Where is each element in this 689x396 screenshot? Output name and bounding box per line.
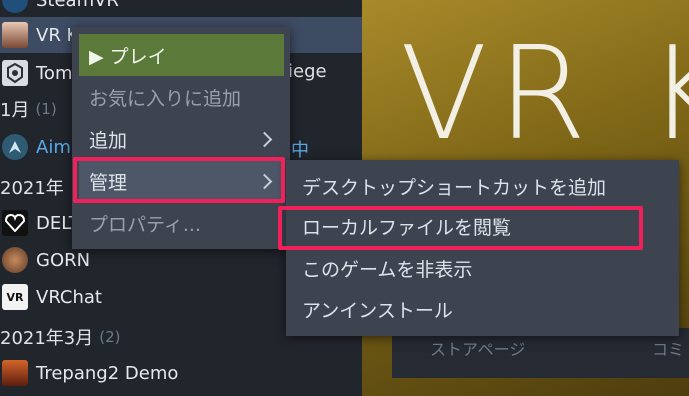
trepang2-icon xyxy=(2,360,28,386)
menu-item-add-favorite[interactable]: お気に入りに追加 xyxy=(79,76,284,118)
menu-item-manage[interactable]: 管理 xyxy=(79,160,284,202)
deltarune-icon xyxy=(2,210,28,236)
gorn-icon xyxy=(2,247,28,273)
vr-kanojo-icon xyxy=(2,22,28,48)
section-header[interactable]: 2021年 xyxy=(0,172,64,202)
section-header[interactable]: 1月 (1) xyxy=(0,94,57,124)
game-title: Trepang2 Demo xyxy=(36,362,179,384)
community-link[interactable]: コミ xyxy=(652,336,684,360)
menu-item-hide-game[interactable]: このゲームを非表示 xyxy=(286,247,679,289)
game-title: SteamVR xyxy=(36,0,119,11)
menu-item-browse-local-files[interactable]: ローカルファイルを閲覧 xyxy=(286,205,679,247)
section-header[interactable]: 2021年3月 (2) xyxy=(0,322,121,352)
aim-icon xyxy=(2,134,28,160)
game-row-steamvr[interactable]: SteamVR xyxy=(0,0,362,18)
game-title: Aim xyxy=(36,136,71,158)
menu-item-uninstall[interactable]: アンインストール xyxy=(286,288,679,330)
game-title: Tom xyxy=(36,62,73,84)
game-status-tail: 中 xyxy=(291,140,309,161)
rainbow-six-siege-icon xyxy=(2,60,28,86)
game-title: VRChat xyxy=(36,286,102,308)
store-page-link[interactable]: ストアページ xyxy=(430,336,525,360)
steamvr-icon xyxy=(2,0,28,13)
chevron-right-icon xyxy=(256,173,273,189)
chevron-right-icon xyxy=(256,131,273,147)
menu-item-properties[interactable]: プロパティ... xyxy=(79,202,284,244)
game-title-tail: iege xyxy=(288,61,327,82)
vrchat-icon: VR xyxy=(2,284,28,310)
game-row-trepang2[interactable]: Trepang2 Demo xyxy=(0,355,362,391)
manage-submenu: デスクトップショートカットを追加 ローカルファイルを閲覧 このゲームを非表示 ア… xyxy=(286,160,679,336)
menu-item-desktop-shortcut[interactable]: デスクトップショートカットを追加 xyxy=(286,165,679,207)
hero-title: VR K xyxy=(400,20,689,169)
menu-item-add[interactable]: 追加 xyxy=(79,118,284,160)
context-menu: ▶ プレイ お気に入りに追加 追加 管理 プロパティ... xyxy=(72,27,290,249)
game-title: GORN xyxy=(36,249,91,271)
menu-item-play[interactable]: ▶ プレイ xyxy=(79,34,284,76)
